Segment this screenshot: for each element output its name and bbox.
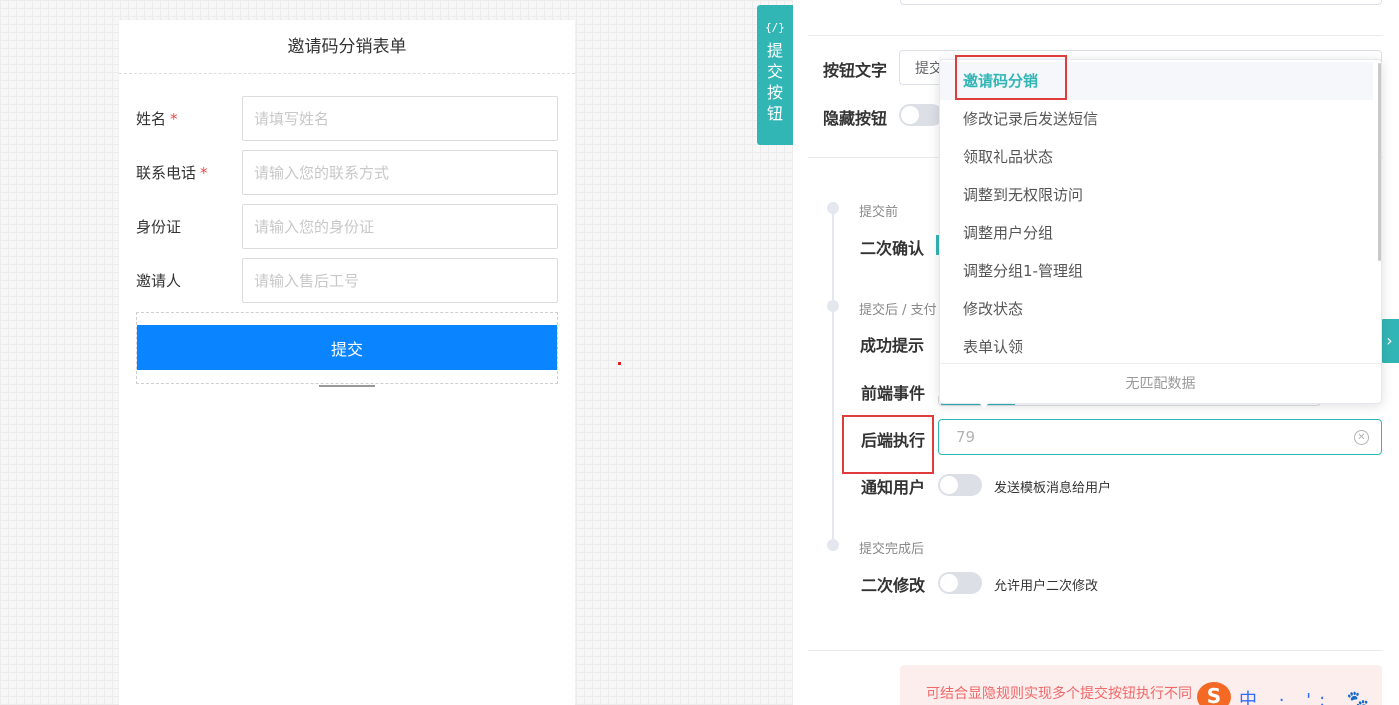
second-edit-label: 二次修改 bbox=[861, 576, 926, 595]
dropdown-caret bbox=[978, 402, 990, 408]
backend-exec-highlight bbox=[842, 415, 934, 474]
form-row-inviter: 邀请人 bbox=[119, 258, 575, 303]
previous-input[interactable] bbox=[900, 0, 1382, 5]
backend-exec-value: 79 bbox=[956, 428, 976, 446]
form-preview-card: 邀请码分销表单 姓名* 联系电话* 身份证 邀请人 提交 bbox=[119, 20, 575, 705]
required-mark: * bbox=[200, 164, 208, 182]
sogou-toolbar-icons: 中 · ': 🐾 bbox=[1239, 690, 1378, 705]
backend-exec-select[interactable]: 79 ✕ bbox=[938, 419, 1382, 455]
required-mark: * bbox=[170, 110, 178, 128]
submit-button-tab[interactable]: {/} 提交按钮 bbox=[757, 5, 793, 145]
field-label-inviter: 邀请人 bbox=[136, 272, 182, 290]
code-icon: {/} bbox=[765, 21, 785, 34]
side-tab-label: 提交按钮 bbox=[767, 41, 784, 123]
field-label-id-card: 身份证 bbox=[136, 218, 182, 236]
timeline-done-title: 提交完成后 bbox=[859, 542, 925, 557]
cursor-dot bbox=[618, 362, 621, 365]
dropdown-option[interactable]: 修改记录后发送短信 bbox=[940, 100, 1373, 138]
divider bbox=[808, 35, 1383, 36]
form-row-id-card: 身份证 bbox=[119, 204, 575, 249]
frontend-event-label: 前端事件 bbox=[861, 384, 926, 403]
chevron-right-icon[interactable]: › bbox=[1380, 319, 1399, 363]
name-input[interactable] bbox=[242, 96, 558, 141]
dropdown-option[interactable]: 调整到无权限访问 bbox=[940, 176, 1373, 214]
notify-user-label: 通知用户 bbox=[861, 478, 926, 497]
timeline-line bbox=[832, 210, 834, 546]
timeline-dot bbox=[827, 202, 839, 214]
dropdown-scrollbar[interactable] bbox=[1378, 63, 1381, 261]
phone-input[interactable] bbox=[242, 150, 558, 195]
second-edit-switch[interactable] bbox=[938, 572, 982, 594]
sogou-logo-icon: S bbox=[1197, 682, 1231, 705]
timeline-before-title: 提交前 bbox=[859, 205, 899, 220]
dropdown-option[interactable]: 调整分组1-管理组 bbox=[940, 252, 1373, 290]
timeline-dot bbox=[827, 300, 839, 312]
dropdown-option[interactable]: 调整用户分组 bbox=[940, 214, 1373, 252]
field-label-phone: 联系电话 * bbox=[136, 164, 208, 182]
timeline-dot bbox=[827, 539, 839, 551]
second-confirm-label: 二次确认 bbox=[860, 239, 925, 258]
clear-icon[interactable]: ✕ bbox=[1354, 430, 1369, 445]
dropdown-option[interactable]: 修改状态 bbox=[940, 290, 1373, 328]
drag-handle[interactable] bbox=[319, 385, 375, 387]
hide-button-label: 隐藏按钮 bbox=[823, 109, 888, 128]
notify-user-switch[interactable] bbox=[938, 474, 982, 496]
id-card-input[interactable] bbox=[242, 204, 558, 249]
divider bbox=[808, 650, 1383, 651]
form-row-name: 姓名 * bbox=[119, 96, 575, 141]
dropdown-empty-text: 无匹配数据 bbox=[940, 363, 1381, 403]
submit-button[interactable]: 提交 bbox=[137, 325, 557, 370]
inviter-input[interactable] bbox=[242, 258, 558, 303]
timeline-after-title: 提交后 / 支付 bbox=[859, 303, 937, 318]
hide-button-switch[interactable] bbox=[899, 104, 943, 126]
sogou-ime-badge[interactable]: S 中 · ': 🐾 bbox=[1197, 682, 1391, 705]
dropdown-option[interactable]: 表单认领 bbox=[940, 328, 1373, 366]
success-tip-label: 成功提示 bbox=[860, 336, 925, 355]
field-label-name: 姓名 * bbox=[136, 110, 178, 128]
backend-exec-dropdown: 邀请码分销 修改记录后发送短信 领取礼品状态 调整到无权限访问 调整用户分组 调… bbox=[939, 59, 1382, 404]
dropdown-option[interactable]: 领取礼品状态 bbox=[940, 138, 1373, 176]
form-row-phone: 联系电话 * bbox=[119, 150, 575, 195]
tip-text: 可结合显隐规则实现多个提交按钮执行不同 bbox=[926, 686, 1192, 702]
button-text-label: 按钮文字 bbox=[823, 61, 888, 80]
notify-user-text: 发送模板消息给用户 bbox=[994, 481, 1112, 496]
submit-button-selection[interactable]: 提交 bbox=[136, 312, 558, 384]
second-edit-text: 允许用户二次修改 bbox=[994, 579, 1099, 594]
selected-option-highlight bbox=[955, 55, 1067, 100]
form-title: 邀请码分销表单 bbox=[119, 20, 575, 74]
